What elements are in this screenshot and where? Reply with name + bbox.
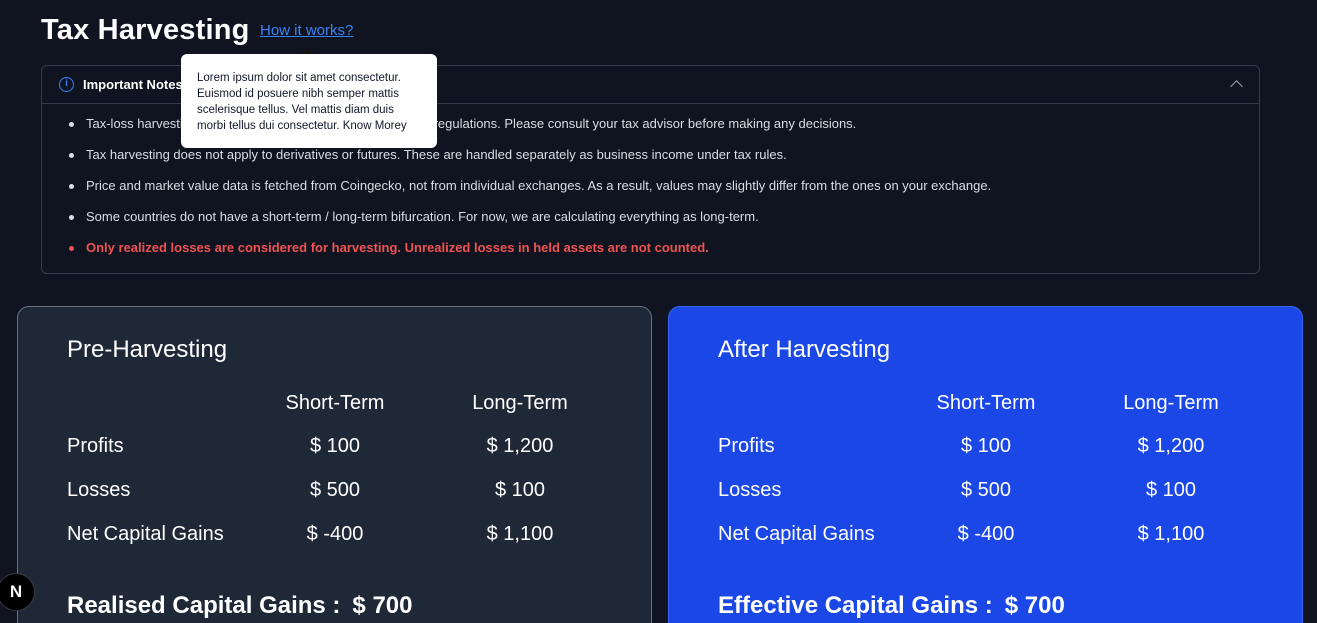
total-label: Realised Capital Gains : [67, 592, 341, 619]
after-harvesting-card: After Harvesting Short-Term Long-Term Pr… [668, 306, 1303, 623]
profits-short-term: $ 100 [960, 435, 1012, 457]
total-label: Effective Capital Gains : [718, 592, 993, 619]
total-value: $ 700 [352, 592, 413, 619]
column-header-short-term: Short-Term [285, 392, 385, 414]
column-header-short-term: Short-Term [936, 392, 1036, 414]
net-gains-short-term: $ -400 [957, 523, 1015, 545]
profits-short-term: $ 100 [309, 435, 361, 457]
row-label-net-capital-gains: Net Capital Gains [718, 523, 875, 545]
net-gains-long-term: $ 1,100 [1137, 523, 1205, 545]
how-it-works-tooltip: Lorem ipsum dolor sit amet consectetur. … [181, 54, 437, 148]
row-label-profits: Profits [67, 435, 124, 457]
realised-capital-gains: Realised Capital Gains : $ 700 [67, 592, 412, 620]
total-value: $ 700 [1004, 592, 1065, 619]
tax-harvesting-page: Tax Harvesting How it works? i Important… [0, 0, 1317, 623]
row-label-net-capital-gains: Net Capital Gains [67, 523, 224, 545]
card-title: After Harvesting [718, 336, 891, 363]
info-icon: i [59, 77, 74, 92]
chevron-up-icon[interactable] [1230, 80, 1243, 93]
how-it-works-link[interactable]: How it works? [260, 22, 353, 39]
list-item-warning: Only realized losses are considered for … [66, 240, 1259, 271]
profits-long-term: $ 1,200 [486, 435, 554, 457]
losses-long-term: $ 100 [494, 479, 546, 501]
net-gains-short-term: $ -400 [306, 523, 364, 545]
net-gains-long-term: $ 1,100 [486, 523, 554, 545]
row-label-losses: Losses [718, 479, 782, 501]
losses-long-term: $ 100 [1145, 479, 1197, 501]
list-item: Price and market value data is fetched f… [66, 178, 1259, 209]
page-title: Tax Harvesting [41, 14, 250, 46]
column-header-long-term: Long-Term [472, 392, 568, 414]
list-item: Tax harvesting does not apply to derivat… [66, 147, 1259, 178]
row-label-losses: Losses [67, 479, 131, 501]
card-title: Pre-Harvesting [67, 336, 228, 363]
pre-harvesting-card: Pre-Harvesting Short-Term Long-Term Prof… [17, 306, 652, 623]
effective-capital-gains: Effective Capital Gains : $ 700 [718, 592, 1065, 620]
losses-short-term: $ 500 [309, 479, 361, 501]
row-label-profits: Profits [718, 435, 775, 457]
column-header-long-term: Long-Term [1123, 392, 1219, 414]
losses-short-term: $ 500 [960, 479, 1012, 501]
list-item: Some countries do not have a short-term … [66, 209, 1259, 240]
profits-long-term: $ 1,200 [1137, 435, 1205, 457]
